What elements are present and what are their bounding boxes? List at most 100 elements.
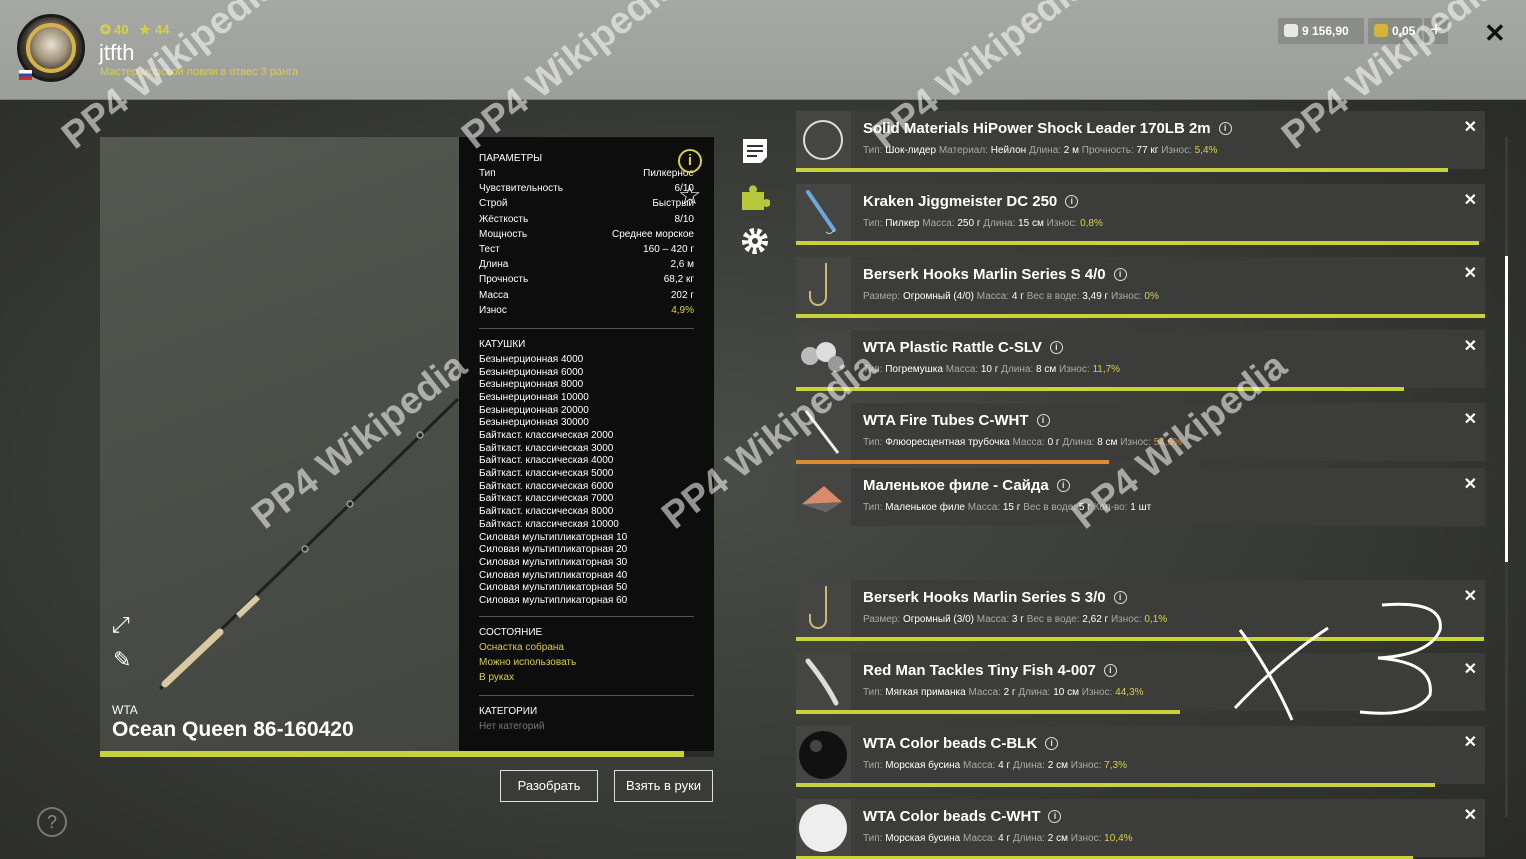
- player-rank: Мастер морской ловли в отвес 3 ранга: [100, 66, 299, 78]
- item-attr-label: Материал:: [938, 145, 988, 156]
- rod-brand: WTA: [112, 703, 138, 717]
- item-attr-value: 3,49 г: [1082, 291, 1109, 302]
- item-attr-label: Вес в воде:: [1023, 502, 1077, 513]
- remove-item-icon[interactable]: ✕: [1464, 190, 1477, 210]
- remove-item-icon[interactable]: ✕: [1464, 474, 1477, 494]
- item-description: Тип: Морская бусина Масса: 4 г Длина: 2 …: [863, 760, 1127, 771]
- item-wear-value: 11,7%: [1092, 364, 1121, 375]
- tackle-item[interactable]: WTA Color beads C-BLK i Тип: Морская бусин…: [796, 726, 1485, 784]
- item-attr-value: 250 г: [957, 218, 981, 229]
- tackle-item[interactable]: WTA Color beads C-WHT i Тип: Морская бусин…: [796, 799, 1485, 857]
- param-value: 4,9%: [671, 304, 694, 316]
- item-attr-label: Тип:: [863, 833, 883, 844]
- tackle-item[interactable]: Kraken Jiggmeister DC 250 i Тип: Пилкер Ма…: [796, 184, 1485, 242]
- item-attr-label: Тип:: [863, 218, 883, 229]
- item-name: Berserk Hooks Marlin Series S 3/0 i: [863, 589, 1127, 606]
- item-info-icon[interactable]: i: [1048, 810, 1062, 823]
- item-info-icon[interactable]: i: [1103, 664, 1117, 677]
- param-label: Жёсткость: [479, 213, 529, 225]
- compatible-reel: Силовая мультипликаторная 10: [479, 531, 628, 543]
- item-wear-label: Износ:: [1046, 218, 1078, 229]
- tackle-item[interactable]: WTA Fire Tubes C-WHT i Тип: Флюоресцентная…: [796, 403, 1485, 461]
- item-description: Тип: Погремушка Масса: 10 г Длина: 8 см …: [863, 364, 1120, 375]
- item-name-text: Berserk Hooks Marlin Series S 3/0: [863, 589, 1106, 606]
- item-attr-value: 10 см: [1053, 687, 1079, 698]
- notes-icon[interactable]: [740, 136, 770, 166]
- item-info-icon[interactable]: i: [1049, 341, 1063, 354]
- level-value: 40: [114, 22, 129, 37]
- scrollbar-thumb[interactable]: [1505, 256, 1508, 562]
- favorite-star-icon[interactable]: ☆: [678, 180, 701, 211]
- item-attr-value: Флюоресцентная трубочка: [885, 437, 1010, 448]
- item-attr-value: Пилкер: [885, 218, 920, 229]
- item-description: Тип: Мягкая приманка Масса: 2 г Длина: 1…: [863, 687, 1144, 698]
- info-icon[interactable]: i: [678, 149, 702, 173]
- item-info-icon[interactable]: i: [1056, 479, 1070, 492]
- item-thumbnail: [796, 403, 851, 461]
- remove-item-icon[interactable]: ✕: [1464, 117, 1477, 137]
- compatible-reel: Силовая мультипликаторная 60: [479, 594, 628, 606]
- params-list: Тип Пилкерное Чувствительность 6/10 Строй Быс…: [479, 168, 694, 320]
- item-attr-label: Масса:: [976, 614, 1010, 625]
- expand-icon[interactable]: ⤢: [112, 612, 130, 638]
- close-icon[interactable]: ✕: [1484, 18, 1506, 49]
- item-name: Berserk Hooks Marlin Series S 4/0 i: [863, 266, 1127, 283]
- tackle-item[interactable]: Маленькое филе - Сайда i Тип: Маленькое фи…: [796, 468, 1485, 526]
- item-attr-label: Длина:: [1062, 437, 1095, 448]
- item-info-icon[interactable]: i: [1113, 591, 1127, 604]
- item-attr-value: 2 м: [1063, 145, 1079, 156]
- take-in-hands-button[interactable]: Взять в руки: [614, 770, 713, 802]
- remove-item-icon[interactable]: ✕: [1464, 409, 1477, 429]
- item-attr-value: Маленькое филе: [885, 502, 965, 513]
- disassemble-button[interactable]: Разобрать: [500, 770, 598, 802]
- tackle-item[interactable]: Berserk Hooks Marlin Series S 4/0 i Размер…: [796, 257, 1485, 315]
- item-attr-label: Длина:: [1028, 145, 1061, 156]
- item-name: Solid Materials HiPower Shock Leader 170…: [863, 120, 1232, 137]
- remove-item-icon[interactable]: ✕: [1464, 336, 1477, 356]
- param-label: Тест: [479, 243, 500, 255]
- rod-preview[interactable]: ⤢ ✎ WTA Ocean Queen 86-160420: [100, 137, 460, 751]
- item-attr-label: Размер:: [863, 291, 901, 302]
- item-thumbnail: [796, 111, 851, 169]
- item-info-icon[interactable]: i: [1113, 268, 1127, 281]
- compatible-reel: Безынерционная 30000: [479, 417, 589, 429]
- item-info-icon[interactable]: i: [1065, 195, 1079, 208]
- tackle-item[interactable]: Solid Materials HiPower Shock Leader 170…: [796, 111, 1485, 169]
- compatible-reel: Безынерционная 10000: [479, 391, 589, 403]
- compatible-reel: Байткаст. классическая 8000: [479, 506, 614, 518]
- item-thumbnail: [796, 726, 851, 784]
- item-info-icon[interactable]: i: [1036, 414, 1050, 427]
- item-description: Размер: Огромный (4/0) Масса: 4 г Вес в …: [863, 291, 1159, 302]
- gold-coin-icon: [1374, 24, 1388, 37]
- item-attr-label: Тип:: [863, 145, 883, 156]
- settings-gear-icon[interactable]: [740, 226, 770, 256]
- item-info-icon[interactable]: i: [1218, 122, 1232, 135]
- item-info-icon[interactable]: i: [1045, 737, 1059, 750]
- item-wear-label: Износ:: [1110, 614, 1142, 625]
- param-label: Прочность: [479, 274, 529, 286]
- level-icon: ✪: [100, 22, 111, 37]
- item-attr-value: 2 г: [1003, 687, 1016, 698]
- param-label: Мощность: [479, 228, 528, 240]
- tackle-item[interactable]: WTA Plastic Rattle C-SLV i Тип: Погремушка…: [796, 330, 1485, 388]
- item-attr-value: 77 кг: [1136, 145, 1159, 156]
- remove-item-icon[interactable]: ✕: [1464, 659, 1477, 679]
- help-icon[interactable]: ?: [37, 807, 67, 837]
- param-row: Масса 202 г: [479, 290, 694, 305]
- item-wear-value: 0%: [1144, 291, 1159, 302]
- item-attr-value: Огромный (3/0): [902, 614, 974, 625]
- remove-item-icon[interactable]: ✕: [1464, 263, 1477, 283]
- remove-item-icon[interactable]: ✕: [1464, 586, 1477, 606]
- param-label: Чувствительность: [479, 183, 563, 195]
- item-wear-bar: [796, 710, 1180, 714]
- item-attr-value: 3 г: [1011, 614, 1024, 625]
- remove-item-icon[interactable]: ✕: [1464, 805, 1477, 825]
- item-attr-label: Длина:: [1012, 760, 1045, 771]
- param-row: Чувствительность 6/10: [479, 183, 694, 198]
- edit-icon[interactable]: ✎: [113, 647, 131, 673]
- add-currency-button[interactable]: +: [1424, 18, 1448, 44]
- remove-item-icon[interactable]: ✕: [1464, 732, 1477, 752]
- gold-amount: 0,05: [1392, 24, 1416, 38]
- param-value: 160 – 420 г: [643, 243, 694, 255]
- puzzle-icon[interactable]: [740, 182, 770, 212]
